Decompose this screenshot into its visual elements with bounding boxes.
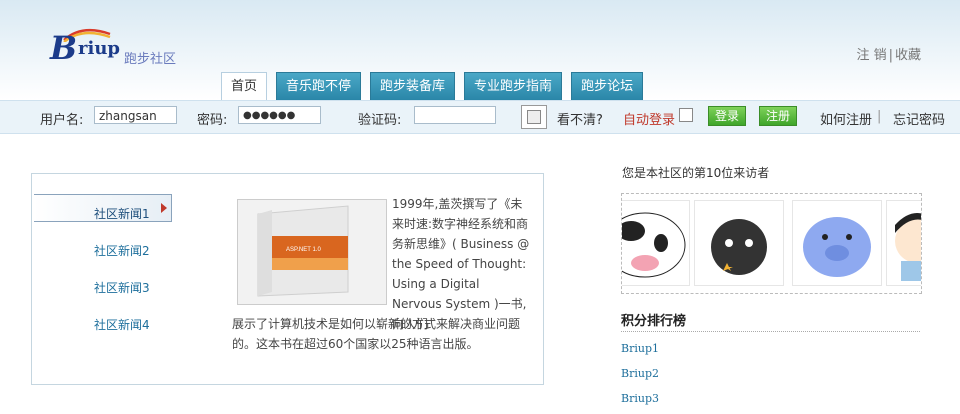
rank-item-3[interactable]: Briup3 (621, 392, 659, 405)
news-desc-bottom: 展示了计算机技术是如何以崭新的方式来解决商业问题的。这本书在超过60个国家以25… (232, 317, 521, 351)
refresh-captcha-link[interactable]: 看不清? (557, 109, 603, 128)
forgot-password-link[interactable]: 忘记密码 (893, 109, 945, 128)
header: B riup 跑步社区 注 销 | 收藏 首页 音乐跑不停 跑步装备库 专业跑步指南… (0, 0, 960, 102)
username-label: 用户名: (40, 113, 84, 128)
avatar-cow[interactable] (622, 200, 690, 286)
captcha-image[interactable] (521, 105, 547, 129)
avatar-strip (621, 193, 922, 294)
news-item-1[interactable]: 社区新闻1 (94, 205, 150, 222)
username-input[interactable]: zhangsan (94, 106, 177, 124)
logout-link[interactable]: 注 销 (856, 48, 886, 63)
top-links: 注 销 | 收藏 (855, 44, 922, 63)
avatar-pig[interactable] (792, 200, 882, 286)
register-button[interactable]: 注册 (759, 106, 798, 126)
product-image[interactable]: ASP.NET 1.0 (237, 199, 387, 305)
tab-gear[interactable]: 跑步装备库 (370, 72, 456, 100)
password-input[interactable]: ●●●●●● (238, 106, 321, 124)
tab-forum[interactable]: 跑步论坛 (571, 72, 644, 100)
rank-item-2[interactable]: Briup2 (621, 367, 659, 380)
logo-mark: B (50, 29, 78, 67)
login-sep: | (877, 109, 882, 124)
logo-cn: 跑步社区 (124, 52, 177, 67)
rank-title: 积分排行榜 (621, 314, 687, 329)
login-bar: 用户名: zhangsan 密码: ●●●●●● 验证码: 看不清? 自动登录 … (0, 100, 960, 134)
news-item-2[interactable]: 社区新闻2 (94, 242, 150, 259)
logo-word: riup (78, 38, 120, 59)
news-desc-top: 1999年,盖茨撰写了《未来时速:数字神经系统和商务新思维》( Business… (392, 197, 530, 331)
login-button[interactable]: 登录 (708, 106, 747, 126)
tab-home[interactable]: 首页 (221, 72, 268, 102)
product-box-icon: ASP.NET 1.0 (238, 200, 386, 304)
rank-divider (621, 331, 920, 332)
visitor-count: 您是本社区的第10位来访者 (622, 166, 770, 180)
auto-login-label: 自动登录 (623, 113, 676, 128)
auto-login-checkbox[interactable] (679, 108, 693, 122)
avatar-boy[interactable] (886, 200, 921, 286)
product-label: ASP.NET 1.0 (286, 247, 321, 253)
tab-guide[interactable]: 专业跑步指南 (464, 72, 563, 100)
tab-music[interactable]: 音乐跑不停 (276, 72, 362, 100)
avatar-fuzzball[interactable] (694, 200, 784, 286)
main-nav: 首页 音乐跑不停 跑步装备库 专业跑步指南 跑步论坛 (221, 72, 652, 102)
top-sep: | (888, 48, 893, 63)
how-register-link[interactable]: 如何注册 (820, 109, 872, 128)
password-label: 密码: (197, 113, 228, 128)
news-panel: 社区新闻1 社区新闻2 社区新闻3 社区新闻4 ASP.NET 1.0 1999… (31, 173, 544, 385)
captcha-label: 验证码: (358, 113, 402, 128)
news-item-3[interactable]: 社区新闻3 (94, 279, 150, 296)
arrow-right-icon (161, 203, 167, 213)
rank-item-1[interactable]: Briup1 (621, 342, 659, 355)
favorite-link[interactable]: 收藏 (895, 48, 921, 63)
captcha-input[interactable] (414, 106, 496, 124)
news-item-4[interactable]: 社区新闻4 (94, 316, 150, 333)
